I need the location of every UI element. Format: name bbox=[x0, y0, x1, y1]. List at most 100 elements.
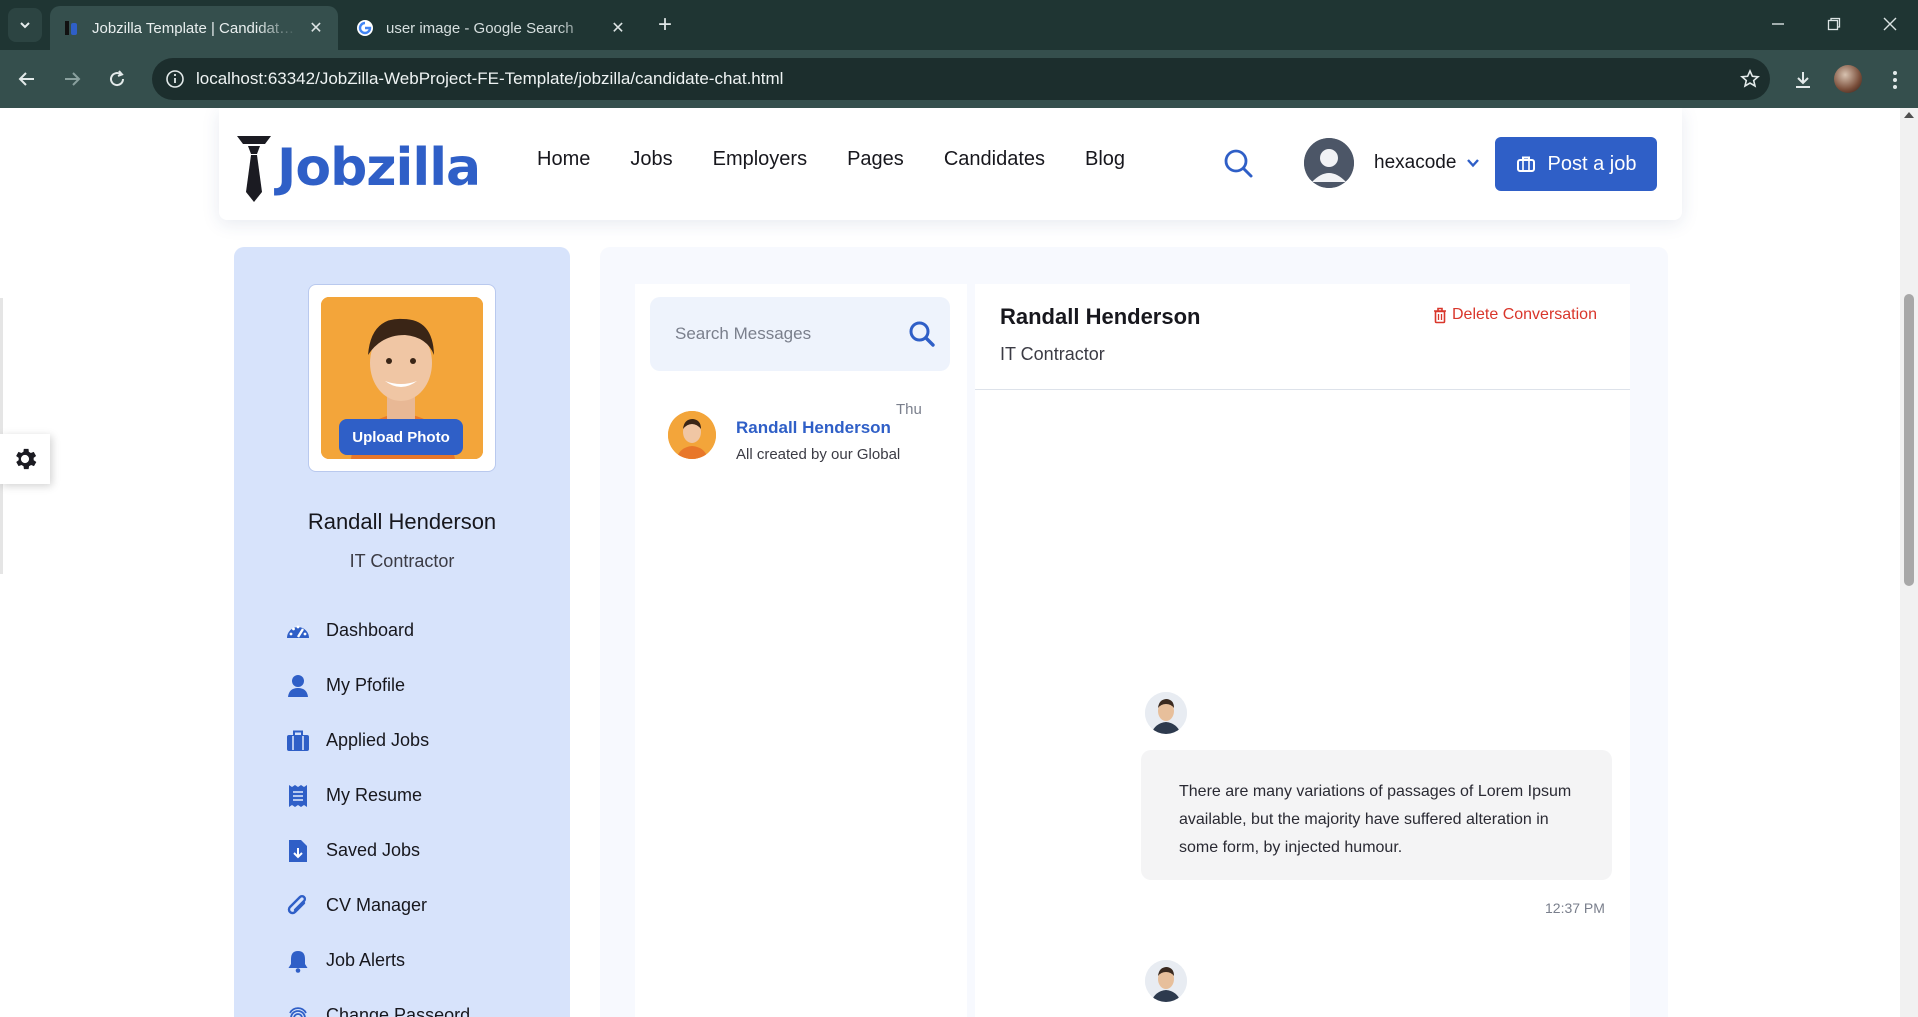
close-icon[interactable]: ✕ bbox=[608, 18, 628, 38]
fingerprint-icon bbox=[284, 1002, 312, 1017]
site-info-icon[interactable] bbox=[164, 68, 186, 90]
conversation-day: Thu bbox=[896, 401, 922, 418]
tab-search-button[interactable] bbox=[8, 8, 42, 42]
conversation-name: Randall Henderson bbox=[736, 418, 891, 437]
chat-contact-role: IT Contractor bbox=[1000, 344, 1105, 364]
url-text[interactable]: localhost:63342/JobZilla-WebProject-FE-T… bbox=[196, 69, 1730, 89]
nav-pages[interactable]: Pages bbox=[847, 148, 904, 171]
delete-conversation-label: Delete Conversation bbox=[1452, 306, 1597, 323]
sidebar-item-change-password[interactable]: Change Passeord bbox=[284, 988, 470, 1017]
downloads-button[interactable] bbox=[1786, 63, 1820, 97]
scroll-up-arrow-icon[interactable] bbox=[1904, 112, 1914, 118]
conversation-preview: All created by our Global bbox=[736, 446, 901, 463]
avatar bbox=[1304, 138, 1354, 188]
sidebar-item-saved-jobs[interactable]: Saved Jobs bbox=[284, 823, 470, 878]
chat-panel: Randall Henderson All created by our Glo… bbox=[600, 247, 1668, 1017]
jobzilla-logo[interactable]: Jobzilla bbox=[235, 132, 481, 204]
browser-tab-bar: Jobzilla Template | Candidate dashboard … bbox=[0, 0, 1918, 50]
conversation-list: Randall Henderson All created by our Glo… bbox=[635, 284, 967, 1017]
more-vertical-icon bbox=[1893, 71, 1897, 89]
browser-tab[interactable]: user image - Google Search ✕ bbox=[344, 6, 640, 50]
sidebar-item-cv-manager[interactable]: CV Manager bbox=[284, 878, 470, 933]
page-scrollbar[interactable] bbox=[1900, 108, 1918, 1017]
browser-tab-active[interactable]: Jobzilla Template | Candidate dashboard … bbox=[50, 6, 338, 50]
search-input[interactable] bbox=[675, 324, 908, 344]
sidebar-menu: Dashboard My Pfofile Applied Jobs My Res… bbox=[284, 603, 470, 1017]
receipt-icon bbox=[284, 782, 312, 810]
nav-home[interactable]: Home bbox=[537, 148, 590, 171]
bookmark-star-icon[interactable] bbox=[1730, 69, 1770, 89]
user-icon bbox=[284, 672, 312, 700]
tab-title: Jobzilla Template | Candidate dashboard bbox=[92, 19, 298, 37]
close-icon bbox=[1883, 17, 1897, 31]
nav-jobs[interactable]: Jobs bbox=[630, 148, 672, 171]
sidebar-item-applied-jobs[interactable]: Applied Jobs bbox=[284, 713, 470, 768]
close-window-button[interactable] bbox=[1870, 8, 1910, 40]
forward-button[interactable] bbox=[55, 62, 89, 96]
trash-icon bbox=[1434, 307, 1446, 323]
restore-icon bbox=[1827, 17, 1841, 31]
settings-panel-toggle[interactable] bbox=[0, 434, 50, 484]
download-icon bbox=[1796, 72, 1810, 88]
sidebar-item-job-alerts[interactable]: Job Alerts bbox=[284, 933, 470, 988]
profile-name: Randall Henderson bbox=[307, 509, 497, 534]
sidebar-item-dashboard[interactable]: Dashboard bbox=[284, 603, 470, 658]
nav-employers[interactable]: Employers bbox=[713, 148, 807, 171]
chat-message-bubble: There are many variations of passages of… bbox=[1141, 750, 1612, 880]
address-bar[interactable]: localhost:63342/JobZilla-WebProject-FE-T… bbox=[152, 58, 1770, 100]
browser-menu-button[interactable] bbox=[1880, 63, 1910, 97]
close-icon[interactable]: ✕ bbox=[306, 18, 326, 38]
post-job-button[interactable]: Post a job bbox=[1495, 137, 1657, 191]
back-button[interactable] bbox=[10, 62, 44, 96]
browser-profile-avatar[interactable] bbox=[1834, 65, 1862, 93]
paperclip-icon bbox=[284, 892, 312, 920]
profile-role: IT Contractor bbox=[349, 551, 455, 571]
minimize-icon bbox=[1772, 23, 1784, 25]
restore-button[interactable] bbox=[1814, 8, 1854, 40]
bell-icon bbox=[284, 947, 312, 975]
arrow-left-icon bbox=[18, 72, 34, 86]
sidebar-item-my-resume[interactable]: My Resume bbox=[284, 768, 470, 823]
new-tab-button[interactable]: + bbox=[650, 10, 680, 40]
post-job-label: Post a job bbox=[1547, 152, 1637, 175]
arrow-right-icon bbox=[65, 72, 81, 86]
tab-title: user image - Google Search bbox=[386, 19, 574, 37]
conversation-item[interactable]: Randall Henderson All created by our Glo… bbox=[651, 394, 951, 464]
logo-text: Jobzilla bbox=[277, 138, 481, 198]
nav-blog[interactable]: Blog bbox=[1085, 148, 1125, 171]
profile-photo: Upload Photo bbox=[321, 297, 483, 459]
chat-window: Randall Henderson IT Contractor Delete C… bbox=[975, 284, 1630, 1017]
username: hexacode bbox=[1374, 152, 1457, 173]
sidebar-item-label: CV Manager bbox=[326, 895, 428, 915]
main-nav: Home Jobs Employers Pages Candidates Blo… bbox=[537, 148, 1125, 171]
briefcase-icon bbox=[1516, 156, 1535, 172]
avatar bbox=[1145, 692, 1187, 734]
delete-conversation-button[interactable]: Delete Conversation bbox=[1433, 306, 1597, 324]
sidebar-item-my-profile[interactable]: My Pfofile bbox=[284, 658, 470, 713]
sidebar-item-label: My Pfofile bbox=[326, 675, 406, 695]
scrollbar-thumb[interactable] bbox=[1904, 294, 1914, 586]
sidebar-item-label: Change Passeord bbox=[326, 1005, 471, 1017]
gauge-icon bbox=[284, 617, 312, 645]
gear-icon bbox=[16, 448, 37, 470]
file-download-icon bbox=[284, 837, 312, 865]
reload-button[interactable] bbox=[100, 62, 134, 96]
user-menu[interactable]: hexacode bbox=[1304, 138, 1480, 188]
profile-photo-frame: Upload Photo bbox=[308, 284, 496, 472]
chat-contact-name: Randall Henderson bbox=[1000, 304, 1201, 329]
chevron-down-icon bbox=[1467, 159, 1480, 168]
upload-photo-button[interactable]: Upload Photo bbox=[339, 419, 463, 455]
google-favicon-icon bbox=[357, 20, 373, 36]
nav-candidates[interactable]: Candidates bbox=[944, 148, 1045, 171]
candidate-sidebar: Upload Photo Randall Henderson IT Contra… bbox=[234, 247, 570, 1017]
site-header: Jobzilla Home Jobs Employers Pages Candi… bbox=[219, 108, 1682, 220]
minimize-button[interactable] bbox=[1758, 8, 1798, 40]
sidebar-item-label: Saved Jobs bbox=[326, 840, 421, 860]
avatar bbox=[1145, 960, 1187, 1002]
search-icon[interactable] bbox=[1223, 148, 1255, 180]
message-search bbox=[650, 297, 950, 371]
page-viewport: Jobzilla Home Jobs Employers Pages Candi… bbox=[0, 108, 1900, 1017]
message-timestamp: 12:37 PM bbox=[1545, 900, 1605, 916]
necktie-logo-icon bbox=[237, 136, 271, 202]
search-icon[interactable] bbox=[908, 320, 936, 348]
